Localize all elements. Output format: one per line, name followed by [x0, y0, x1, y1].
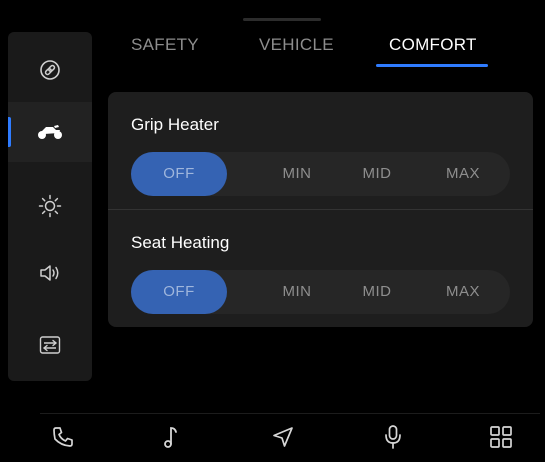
microphone-icon [382, 424, 404, 455]
link-icon [39, 59, 61, 81]
brightness-icon [38, 194, 62, 218]
grip-heater-option-max[interactable]: MAX [415, 152, 511, 196]
volume-icon [39, 263, 61, 283]
grip-heater-option-off[interactable]: OFF [131, 152, 227, 196]
drag-handle[interactable] [243, 18, 321, 21]
sidebar-item-vehicle[interactable] [8, 102, 92, 162]
tab-comfort[interactable]: COMFORT [389, 35, 477, 55]
sidebar-item-link[interactable] [8, 40, 92, 100]
motorcycle-icon [36, 123, 64, 141]
phone-icon [51, 425, 75, 454]
seat-heating-label: Seat Heating [131, 233, 230, 252]
seat-heating-option-mid[interactable]: MID [329, 270, 425, 314]
active-indicator [8, 117, 11, 147]
sidebar-item-settings[interactable] [8, 315, 92, 375]
settings-toggle-icon [39, 335, 61, 355]
tab-safety[interactable]: SAFETY [131, 35, 199, 55]
sidebar [8, 32, 92, 381]
seat-heating-selector: OFF MIN MID MAX [131, 270, 510, 314]
seat-heating-option-off[interactable]: OFF [131, 270, 227, 314]
comfort-settings-panel: Grip Heater OFF MIN MID MAX Seat Heating… [108, 92, 533, 327]
comfort-settings-screen: SAFETY VEHICLE COMFORT Grip Heater OFF M… [0, 0, 545, 462]
apps-button[interactable] [486, 424, 516, 454]
music-icon [161, 425, 183, 454]
tab-active-indicator [376, 64, 488, 67]
sidebar-item-display[interactable] [8, 176, 92, 236]
phone-button[interactable] [48, 424, 78, 454]
section-divider [108, 209, 533, 210]
sidebar-item-sound[interactable] [8, 243, 92, 303]
tab-vehicle[interactable]: VEHICLE [259, 35, 334, 55]
navigation-icon [271, 425, 295, 454]
apps-grid-icon [489, 425, 513, 454]
voice-button[interactable] [378, 424, 408, 454]
navigation-button[interactable] [268, 424, 298, 454]
seat-heating-option-max[interactable]: MAX [415, 270, 511, 314]
grip-heater-option-mid[interactable]: MID [329, 152, 425, 196]
music-button[interactable] [157, 424, 187, 454]
grip-heater-label: Grip Heater [131, 115, 219, 134]
grip-heater-selector: OFF MIN MID MAX [131, 152, 510, 196]
bottom-bar-divider [40, 413, 540, 414]
